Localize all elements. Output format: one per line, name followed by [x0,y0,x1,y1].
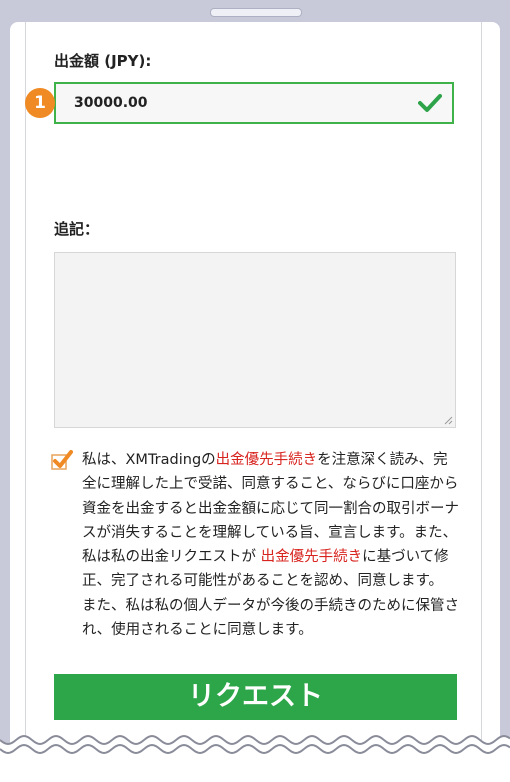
withdrawal-priority-link[interactable]: 出金優先手続き [216,452,318,468]
consent-text: 私は、XMTradingの出金優先手続きを注意深く読み、完全に理解した上で受諾、… [82,448,460,642]
checkmark-icon [418,94,442,112]
consent-text-part-1: 私は、XMTradingの [82,452,216,468]
resize-grip-icon[interactable] [444,416,453,425]
content-border-right [481,22,482,742]
torn-edge [0,734,510,770]
checkbox-checked-icon[interactable] [50,449,74,471]
request-button[interactable]: リクエスト [54,674,457,720]
notes-label: 追記： [54,220,100,238]
amount-input[interactable]: 30000.00 [54,82,454,124]
amount-value: 30000.00 [74,95,148,111]
content-border-left [25,22,26,742]
withdrawal-priority-link-2[interactable]: 出金優先手続き [261,549,363,565]
amount-label: 出金額 (JPY): [54,52,152,70]
notes-textarea[interactable] [54,252,456,428]
step-badge: 1 [25,88,55,118]
phone-speaker [210,8,302,17]
